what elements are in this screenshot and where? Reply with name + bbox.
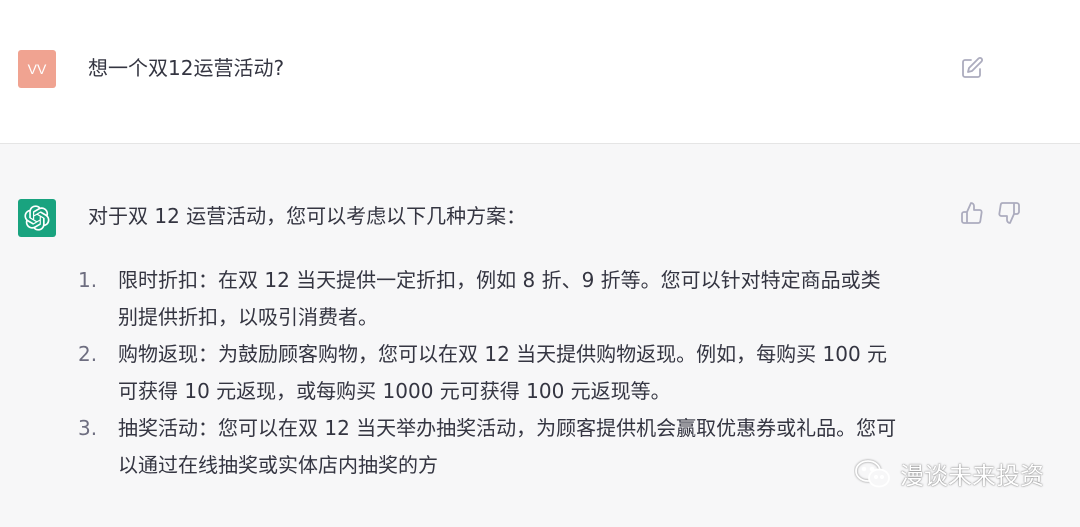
user-message-text: 想一个双12运营活动? (88, 56, 285, 80)
list-item-number: 2. (78, 342, 98, 366)
watermark-text: 漫谈未来投资 (900, 462, 1044, 490)
list-item-line: 别提供折扣，以吸引消费者。 (118, 305, 378, 329)
thumbs-up-icon (961, 202, 983, 224)
user-message-row: VV 想一个双12运营活动? (0, 0, 1080, 144)
list-item-line: 限时折扣：在双 12 当天提供一定折扣，例如 8 折、9 折等。您可以针对特定商… (118, 268, 881, 292)
edit-button[interactable] (960, 56, 984, 80)
edit-icon (962, 57, 983, 78)
list-item: 1. 限时折扣：在双 12 当天提供一定折扣，例如 8 折、9 折等。您可以针对… (78, 262, 958, 336)
assistant-intro-text: 对于双 12 运营活动，您可以考虑以下几种方案： (88, 204, 527, 228)
assistant-avatar (18, 199, 56, 237)
answer-list: 1. 限时折扣：在双 12 当天提供一定折扣，例如 8 折、9 折等。您可以针对… (78, 262, 958, 484)
list-item-line: 购物返现：为鼓励顾客购物，您可以在双 12 当天提供购物返现。例如，每购买 10… (118, 342, 888, 366)
watermark: 漫谈未来投资 (854, 456, 1044, 491)
list-item-line: 可获得 10 元返现，或每购买 1000 元可获得 100 元返现等。 (118, 379, 671, 403)
list-item-line: 以通过在线抽奖或实体店内抽奖的方 (118, 453, 438, 477)
user-avatar: VV (18, 50, 56, 88)
list-item-number: 1. (78, 268, 98, 292)
list-item: 3. 抽奖活动：您可以在双 12 当天举办抽奖活动，为顾客提供机会赢取优惠券或礼… (78, 410, 958, 484)
wechat-icon (855, 459, 890, 487)
thumbs-down-icon (998, 202, 1020, 224)
list-item-line: 抽奖活动：您可以在双 12 当天举办抽奖活动，为顾客提供机会赢取优惠券或礼品。您… (118, 416, 897, 440)
thumbs-down-button[interactable] (997, 201, 1021, 225)
thumbs-up-button[interactable] (960, 201, 984, 225)
list-item-number: 3. (78, 416, 98, 440)
openai-logo-icon (24, 205, 50, 231)
list-item: 2. 购物返现：为鼓励顾客购物，您可以在双 12 当天提供购物返现。例如，每购买… (78, 336, 958, 410)
